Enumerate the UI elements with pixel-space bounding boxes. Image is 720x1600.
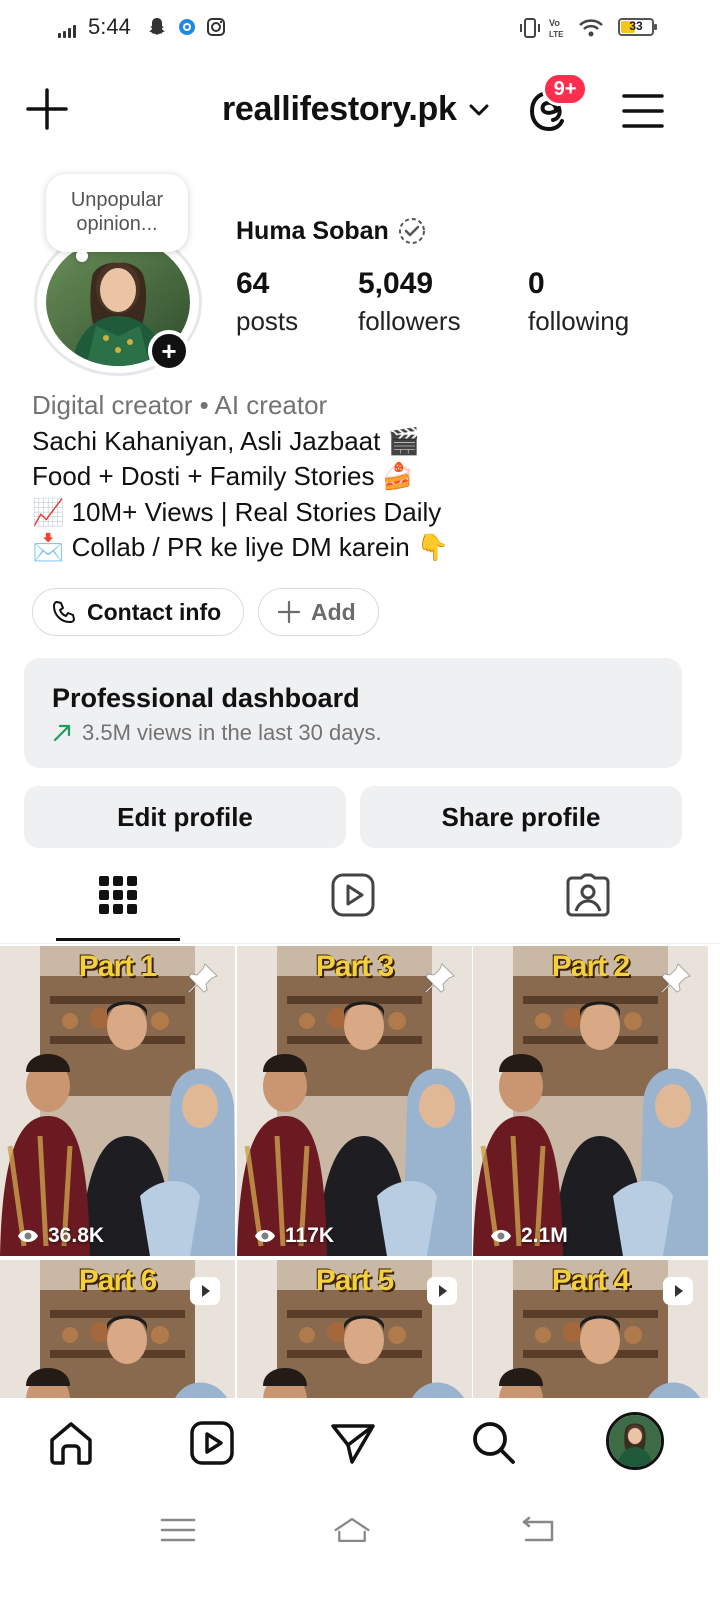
plus-icon	[277, 600, 301, 624]
edit-profile-button[interactable]: Edit profile	[24, 786, 346, 848]
post-tile[interactable]: Part 2 2.1M	[473, 946, 708, 1256]
reel-icon	[190, 1277, 220, 1305]
view-count-text: 36.8K	[48, 1224, 105, 1247]
notification-badge: 9+	[542, 72, 588, 106]
reels-icon[interactable]	[330, 872, 376, 918]
status-time: 5:44	[88, 14, 131, 39]
pin-icon	[660, 963, 691, 994]
stat-posts[interactable]: 64 posts	[236, 266, 298, 340]
instagram-icon	[207, 18, 225, 36]
stat-label: posts	[236, 306, 299, 336]
profile-tabs	[0, 864, 720, 944]
view-count-text: 117K	[285, 1224, 335, 1247]
profile-header: reallifestory.pk 9+	[0, 70, 720, 150]
trend-up-arrow-icon	[53, 724, 71, 742]
add-button[interactable]: Add	[258, 588, 379, 636]
view-count-text: 2.1M	[521, 1224, 568, 1247]
post-tile[interactable]: Part 3 117K	[237, 946, 472, 1256]
dashboard-title: Professional dashboard	[52, 683, 360, 713]
chevron-down-icon	[469, 104, 489, 115]
volte-icon: Vo LTE	[549, 18, 564, 39]
stat-label: followers	[358, 306, 461, 336]
post-tile[interactable]: Part 5	[237, 1260, 472, 1398]
username: reallifestory.pk	[222, 90, 457, 128]
stat-following[interactable]: 0 following	[528, 266, 629, 340]
add-story-button[interactable]: +	[148, 330, 190, 372]
view-count: 36.8K	[16, 1224, 104, 1248]
professional-dashboard[interactable]: Professional dashboard 3.5M views in the…	[24, 658, 682, 768]
stat-value: 0	[528, 267, 545, 300]
bio-category: Digital creator • AI creator	[32, 390, 328, 420]
browser-icon	[179, 19, 195, 35]
active-tab-indicator	[56, 938, 180, 941]
note-bubble[interactable]: Unpopular opinion...	[46, 174, 188, 252]
bio-line: 📈 10M+ Views | Real Stories Daily	[32, 496, 442, 527]
home-icon[interactable]	[46, 1418, 96, 1468]
signal-icon	[58, 24, 76, 38]
snapchat-icon	[149, 18, 165, 35]
verified-dashed-icon[interactable]	[397, 216, 427, 246]
status-bar: 5:44 Vo LTE 33	[0, 0, 720, 56]
reels-icon[interactable]	[187, 1418, 237, 1468]
search-icon[interactable]	[469, 1418, 519, 1468]
post-tile[interactable]: Part 1 36.8K	[0, 946, 235, 1256]
display-name: Huma Soban	[236, 216, 389, 245]
eye-icon	[255, 1230, 275, 1242]
contact-info-button[interactable]: Contact info	[32, 588, 245, 636]
stat-value: 64	[236, 267, 270, 300]
posts-grid: Part 1 36.8K Part 3 117K Part 2 2.1M Part 6 Par…	[0, 946, 720, 1398]
svg-text:LTE: LTE	[549, 30, 564, 39]
pin-icon	[187, 963, 218, 994]
bio-line: 📩 Collab / PR ke liye DM karein 👇	[32, 532, 450, 562]
back-icon[interactable]	[518, 1512, 558, 1548]
bio-line: Sachi Kahaniyan, Asli Jazbaat 🎬	[32, 425, 420, 456]
profile-avatar-tab[interactable]	[606, 1412, 664, 1470]
svg-text:Vo: Vo	[549, 18, 560, 28]
post-tile[interactable]: Part 6	[0, 1260, 235, 1398]
tagged-icon[interactable]	[565, 872, 611, 918]
stat-label: following	[528, 306, 630, 336]
note-bubble-tail	[76, 250, 88, 262]
plus-icon[interactable]	[26, 88, 68, 130]
eye-icon	[18, 1230, 38, 1242]
dashboard-subtitle: 3.5M views in the last 30 days.	[52, 720, 682, 746]
account-switcher[interactable]: reallifestory.pk	[222, 90, 489, 129]
view-count: 117K	[253, 1224, 334, 1248]
post-tile[interactable]: Part 4	[473, 1260, 708, 1398]
bottom-navigation	[0, 1398, 720, 1490]
dashboard-views-text: 3.5M views in the last 30 days.	[82, 720, 382, 745]
direct-message-icon[interactable]	[328, 1418, 378, 1468]
bio: Digital creator • AI creator Sachi Kahan…	[32, 388, 692, 566]
wifi-icon	[579, 19, 603, 37]
contact-info-label: Contact info	[87, 598, 222, 625]
profile-name: Huma Soban	[236, 216, 427, 246]
pin-icon	[424, 963, 455, 994]
vibrate-icon	[520, 18, 540, 38]
battery-icon: 33	[618, 18, 657, 36]
phone-icon	[53, 601, 75, 623]
reel-icon	[427, 1277, 457, 1305]
hamburger-menu-icon[interactable]	[622, 92, 664, 130]
reel-icon	[663, 1277, 693, 1305]
add-label: Add	[311, 598, 356, 625]
bio-line: Food + Dosti + Family Stories 🍰	[32, 461, 415, 491]
stat-followers[interactable]: 5,049 followers	[358, 266, 461, 340]
grid-icon[interactable]	[95, 872, 141, 918]
eye-icon	[491, 1230, 511, 1242]
system-home-icon[interactable]	[332, 1512, 372, 1548]
stat-value: 5,049	[358, 267, 434, 300]
system-navigation-bar	[0, 1490, 720, 1600]
view-count: 2.1M	[489, 1224, 568, 1248]
share-profile-button[interactable]: Share profile	[360, 786, 682, 848]
recent-apps-icon[interactable]	[158, 1512, 198, 1548]
